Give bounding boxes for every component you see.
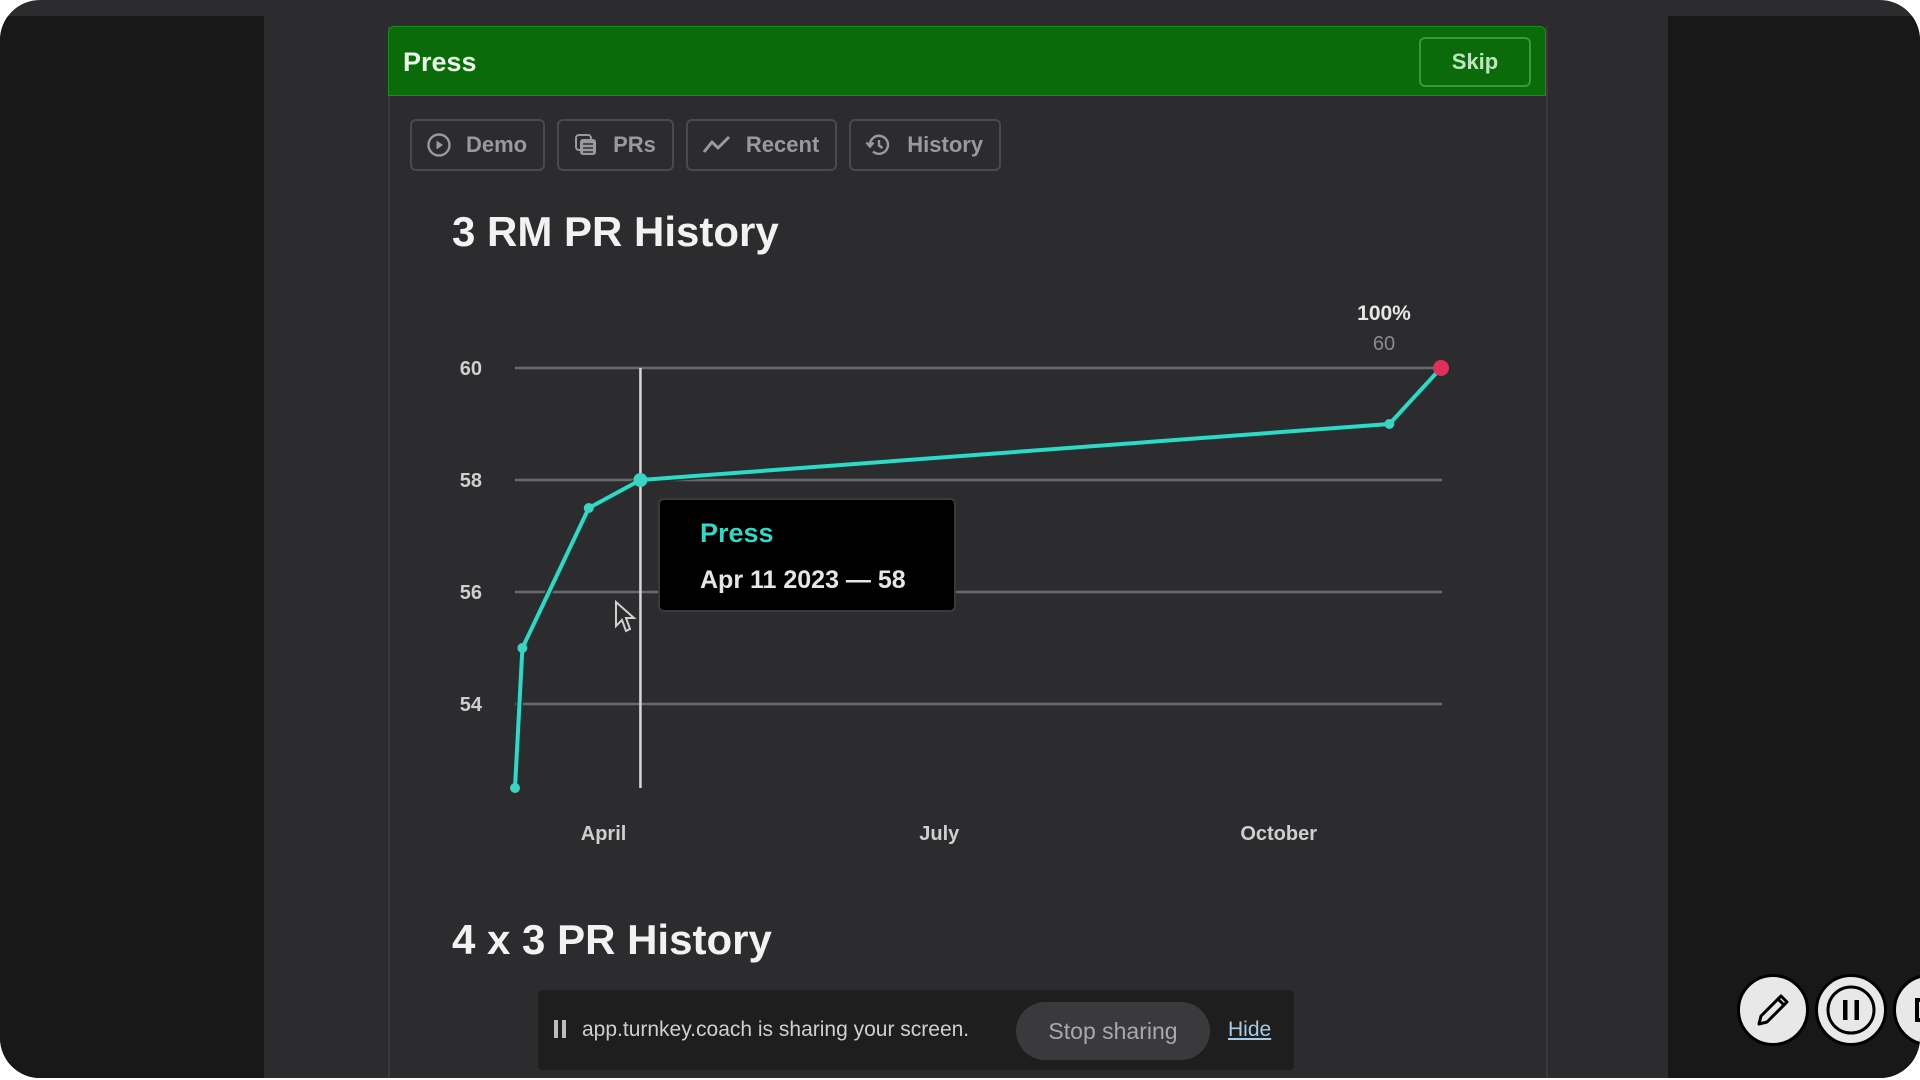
max-percent-label: 100% (1357, 302, 1411, 325)
hide-link[interactable]: Hide (1228, 1018, 1271, 1042)
mouse-cursor-icon (615, 600, 637, 633)
y-tick-label: 58 (460, 470, 482, 492)
x-tick-label: October (1240, 823, 1317, 845)
tooltip-series-name: Press (700, 518, 774, 548)
share-message: app.turnkey.coach is sharing your screen… (582, 1018, 970, 1041)
max-value-label: 60 (1373, 333, 1395, 355)
pencil-icon (1757, 994, 1789, 1026)
y-tick-label: 54 (460, 694, 483, 716)
stop-icon (1915, 998, 1920, 1022)
data-point (633, 473, 648, 487)
pause-icon (1826, 985, 1876, 1035)
second-chart-title: 4 x 3 PR History (452, 916, 772, 963)
tooltip-value: Apr 11 2023 — 58 (700, 566, 906, 594)
data-point (517, 643, 528, 653)
pr-history-chart[interactable]: 54 56 58 60 April July October 100% 60 (0, 0, 1920, 880)
max-data-point (1433, 360, 1449, 376)
stop-sharing-button[interactable]: Stop sharing (1016, 1002, 1210, 1060)
y-tick-label: 60 (460, 358, 482, 380)
series-line (513, 366, 1443, 789)
chart-tooltip: Press Apr 11 2023 — 58 (658, 498, 956, 612)
data-point (1384, 419, 1395, 429)
data-point (583, 503, 594, 513)
y-tick-label: 56 (460, 582, 482, 604)
annotate-button[interactable] (1737, 974, 1809, 1046)
screen-share-bar: app.turnkey.coach is sharing your screen… (538, 990, 1294, 1070)
app-window: Press Skip Demo PRs Recent History 3 RM … (0, 0, 1920, 1078)
pause-indicator-icon (554, 1020, 566, 1038)
pause-recording-button[interactable] (1815, 974, 1887, 1046)
x-tick-label: April (581, 823, 627, 845)
data-point (510, 783, 520, 793)
x-tick-label: July (919, 823, 960, 845)
